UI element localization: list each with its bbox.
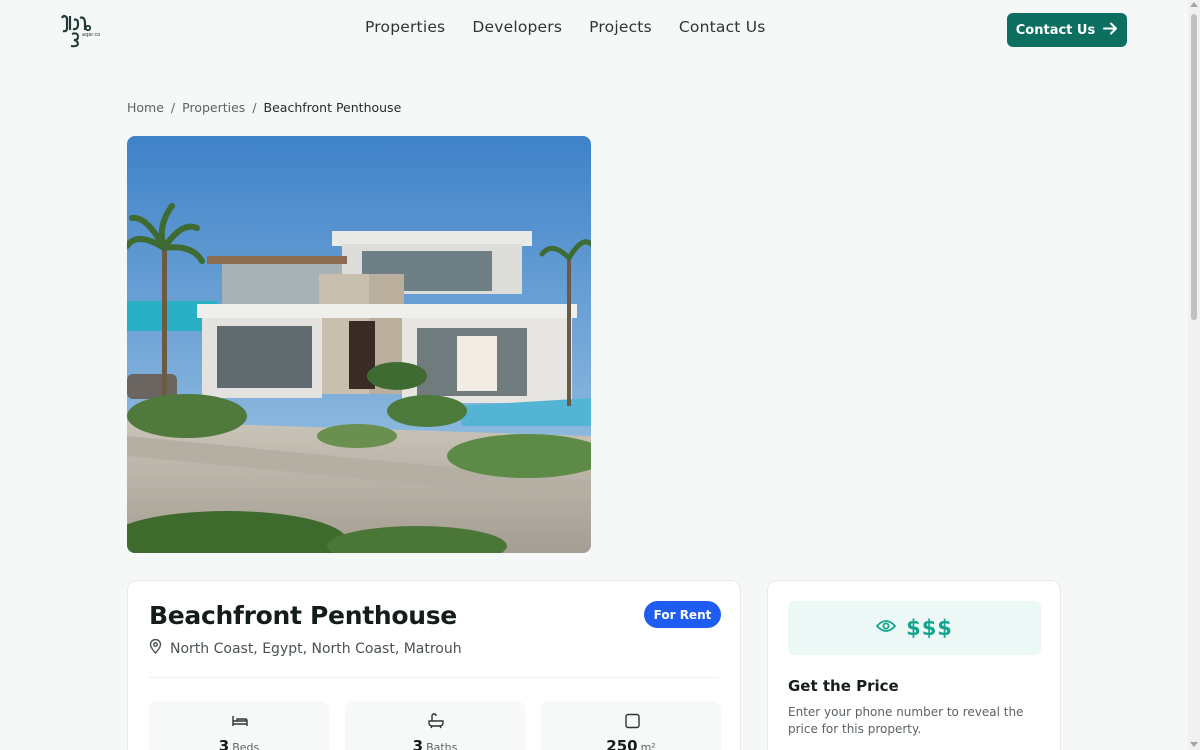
- breadcrumb-home[interactable]: Home: [127, 100, 164, 115]
- nav-link-properties[interactable]: Properties: [365, 18, 445, 36]
- nav-link-developers[interactable]: Developers: [472, 18, 562, 36]
- contact-us-label: Contact Us: [1015, 22, 1096, 38]
- eye-icon: [875, 619, 897, 638]
- breadcrumb-separator: /: [170, 100, 176, 115]
- beds-value: 3 Beds: [218, 737, 260, 750]
- section-divider: [149, 677, 719, 678]
- breadcrumb-properties[interactable]: Properties: [182, 100, 245, 115]
- breadcrumb-separator: /: [252, 100, 257, 115]
- get-price-description: Enter your phone number to reveal the pr…: [788, 705, 1024, 736]
- contact-us-button[interactable]: Contact Us: [1007, 13, 1127, 47]
- arrow-right-icon: [1103, 22, 1118, 39]
- property-main-image[interactable]: [127, 136, 591, 553]
- breadcrumb-current: Beachfront Penthouse: [263, 100, 402, 115]
- area-icon: [623, 713, 641, 729]
- nav-link-projects[interactable]: Projects: [589, 18, 652, 36]
- svg-text:aqar.co: aqar.co: [82, 32, 100, 38]
- area-value: 250 m²: [606, 737, 656, 750]
- scrollbar-thumb[interactable]: [1191, 14, 1197, 320]
- hidden-price: $$$: [906, 616, 953, 640]
- scroll-up-arrow-icon[interactable]: [1190, 2, 1198, 7]
- site-header: aqar.co Properties Developers Projects C…: [0, 0, 1188, 60]
- main-nav: Properties Developers Projects Contact U…: [365, 18, 766, 36]
- feature-beds: 3 Beds: [149, 701, 329, 750]
- bath-icon: [427, 713, 445, 729]
- property-details-card: Beachfront Penthouse For Rent North Coas…: [127, 580, 741, 750]
- location-text: North Coast, Egypt, North Coast, Matrouh: [170, 640, 462, 657]
- scroll-down-arrow-icon[interactable]: [1190, 742, 1198, 747]
- feature-area: 250 m²: [541, 701, 721, 750]
- page-scrollbar[interactable]: [1188, 0, 1200, 750]
- status-badge: For Rent: [644, 601, 721, 628]
- nav-link-contact[interactable]: Contact Us: [679, 18, 766, 36]
- hidden-price-box[interactable]: $$$: [788, 601, 1041, 655]
- bed-icon: [231, 713, 249, 729]
- property-location: North Coast, Egypt, North Coast, Matrouh: [149, 638, 462, 658]
- baths-value: 3 Baths: [412, 737, 458, 750]
- breadcrumb: Home / Properties / Beachfront Penthouse: [127, 100, 401, 115]
- price-card: $$$ Get the Price Enter your phone numbe…: [767, 580, 1061, 750]
- property-title: Beachfront Penthouse: [149, 601, 457, 630]
- get-price-heading: Get the Price: [788, 677, 899, 695]
- feature-baths: 3 Baths: [345, 701, 525, 750]
- map-pin-icon: [149, 638, 162, 658]
- site-logo[interactable]: aqar.co: [58, 12, 100, 48]
